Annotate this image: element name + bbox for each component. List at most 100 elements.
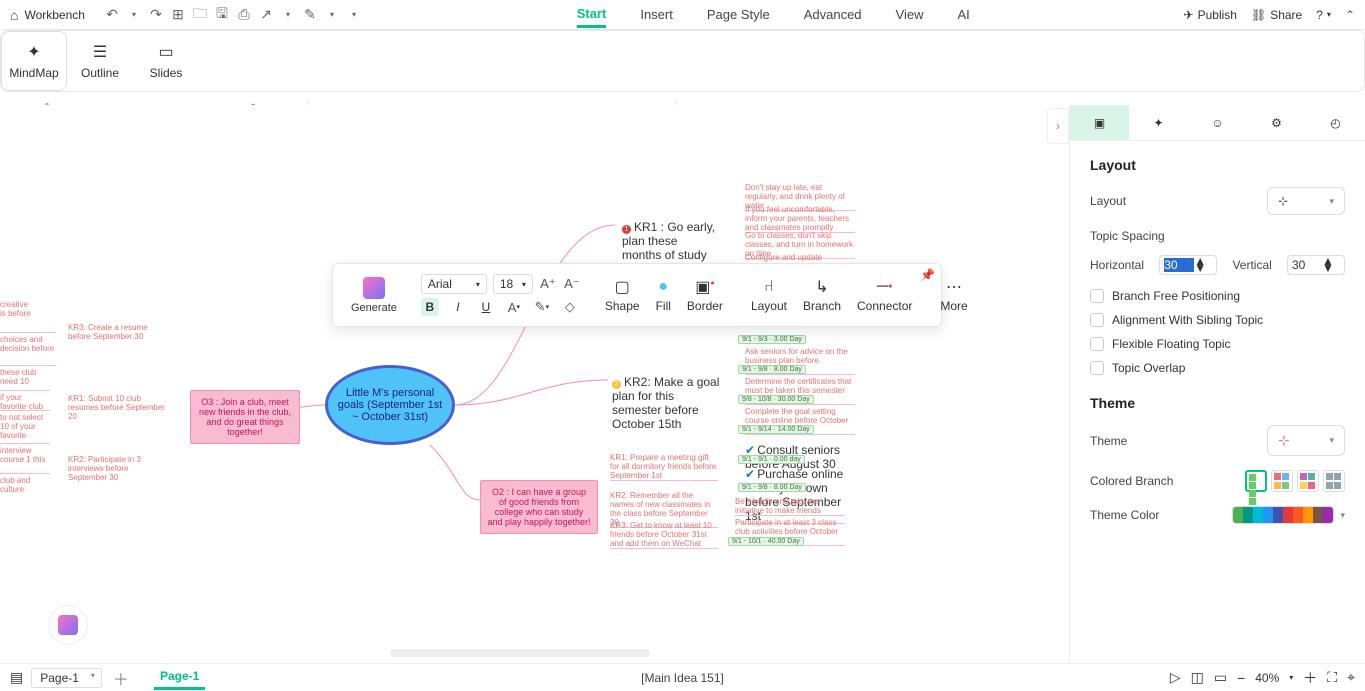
theme-heading: Theme — [1090, 395, 1345, 411]
tab-advanced[interactable]: Advanced — [804, 3, 862, 26]
generate-button[interactable]: Generate — [343, 277, 405, 314]
sidetab-ai[interactable]: ✦ — [1129, 105, 1188, 140]
undo-icon[interactable]: ↶ — [103, 6, 121, 24]
vertical-input[interactable] — [1292, 258, 1322, 272]
theme-select[interactable]: ⊹ ▾ — [1267, 425, 1345, 456]
font-color-icon[interactable]: A▾ — [505, 298, 523, 316]
cb-swatch-4[interactable] — [1323, 470, 1345, 492]
tab-insert[interactable]: Insert — [640, 3, 673, 26]
checkbox-icon[interactable] — [1090, 313, 1104, 327]
edit-icon[interactable]: ✎ — [301, 6, 319, 24]
locate-icon[interactable]: ⌖ — [1347, 669, 1355, 686]
check-flexible-floating[interactable]: Flexible Floating Topic — [1090, 337, 1345, 351]
clear-format-icon[interactable]: ◇ — [561, 298, 579, 316]
down-icon[interactable]: ▼ — [1194, 265, 1206, 272]
sidetab-emoji[interactable]: ☺ — [1188, 105, 1247, 140]
down-icon[interactable]: ▼ — [1322, 265, 1334, 272]
connector-button[interactable]: ─●Connector — [849, 278, 920, 313]
tab-start[interactable]: Start — [577, 2, 607, 28]
cb-swatch-1[interactable] — [1245, 470, 1267, 492]
pin-icon[interactable]: 📌 — [920, 268, 935, 282]
export-dropdown-icon[interactable]: ▾ — [279, 6, 297, 24]
central-topic[interactable]: Little M's personal goals (September 1st… — [325, 365, 455, 445]
fill-button[interactable]: ●Fill — [648, 278, 679, 313]
horizontal-scrollbar[interactable] — [390, 649, 650, 657]
panel-icon[interactable]: ◫ — [1191, 669, 1204, 686]
font-family-select[interactable]: Arial▾ — [421, 274, 487, 294]
layout-button[interactable]: ⑁Layout — [743, 278, 795, 313]
kr1-item-1[interactable]: If you feel uncomfortable, inform your p… — [745, 205, 855, 233]
kr-left-1[interactable]: KR1: Submit 10 club resumes before Septe… — [68, 394, 168, 421]
chevron-down-icon[interactable]: ▾ — [1340, 510, 1345, 521]
kr2-top[interactable]: 2KR2: Make a goal plan for this semester… — [612, 375, 720, 431]
kr-left-0[interactable]: KR3: Create a resume before September 30 — [68, 323, 168, 341]
publish-button[interactable]: ✈Publish — [1184, 8, 1237, 22]
check-branch-free[interactable]: Branch Free Positioning — [1090, 289, 1345, 303]
zoom-out-icon[interactable]: − — [1237, 670, 1245, 686]
save-icon[interactable]: 🖫 — [213, 6, 231, 24]
check-alignment[interactable]: Alignment With Sibling Topic — [1090, 313, 1345, 327]
kr-left-2[interactable]: KR2: Participate in 3 interviews before … — [68, 455, 168, 482]
sidetab-style[interactable]: ▣ — [1070, 105, 1129, 140]
undo-dropdown-icon[interactable]: ▾ — [125, 6, 143, 24]
export-icon[interactable]: ↗ — [257, 6, 275, 24]
highlight-icon[interactable]: ✎▾ — [533, 298, 551, 316]
underline-icon[interactable]: U — [477, 298, 495, 316]
ai-fab[interactable] — [48, 605, 88, 645]
tab-view[interactable]: View — [896, 3, 924, 26]
sidetab-history[interactable]: ◴ — [1306, 105, 1365, 140]
checkbox-icon[interactable] — [1090, 289, 1104, 303]
font-size-select[interactable]: 18▾ — [493, 274, 533, 294]
print-icon[interactable]: ⎙ — [235, 6, 253, 24]
bold-icon[interactable]: B — [421, 298, 439, 316]
fullpage-icon[interactable]: ▭ — [1214, 669, 1227, 686]
fit-icon[interactable]: ⛶ — [1327, 669, 1337, 686]
sidetab-settings[interactable]: ⚙ — [1247, 105, 1306, 140]
chevron-down-icon[interactable]: ▾ — [1289, 673, 1293, 682]
checkbox-icon[interactable] — [1090, 361, 1104, 375]
collapse-ribbon-icon[interactable]: ⌃ — [1345, 8, 1355, 22]
border-button[interactable]: ▣●Border — [679, 278, 731, 313]
node-o2[interactable]: O2 : I can have a group of good friends … — [480, 480, 598, 534]
theme-color-strip[interactable] — [1232, 506, 1334, 524]
font-increase-icon[interactable]: A⁺ — [539, 275, 557, 293]
present-icon[interactable]: ▷ — [1170, 669, 1181, 686]
italic-icon[interactable]: I — [449, 298, 467, 316]
zoom-in-icon[interactable]: ＋ — [1303, 668, 1317, 688]
new-icon[interactable]: ⊞ — [169, 6, 187, 24]
help-button[interactable]: ?▾ — [1316, 8, 1331, 22]
horizontal-input[interactable] — [1164, 258, 1194, 272]
share-button[interactable]: ⛓Share — [1251, 8, 1302, 22]
view-slides[interactable]: ▭Slides — [133, 31, 199, 91]
o2-kr-0[interactable]: KR1: Prepare a meeting gift for all dorm… — [610, 453, 718, 481]
open-icon[interactable]: 🗀 — [191, 6, 209, 24]
tab-ai[interactable]: AI — [958, 3, 970, 26]
page-tab[interactable]: Page-1 — [154, 665, 205, 690]
check-topic-overlap[interactable]: Topic Overlap — [1090, 361, 1345, 375]
tab-page-style[interactable]: Page Style — [707, 3, 770, 26]
cb-swatch-3[interactable] — [1297, 470, 1319, 492]
edit-dropdown-icon[interactable]: ▾ — [323, 6, 341, 24]
layout-select[interactable]: ⊹ ▾ — [1267, 187, 1345, 215]
checkbox-icon[interactable] — [1090, 337, 1104, 351]
shape-button[interactable]: ▢Shape — [597, 278, 648, 313]
zoom-value[interactable]: 40% — [1255, 671, 1279, 685]
view-mindmap[interactable]: ✦MindMap — [1, 31, 67, 91]
page-select[interactable]: Page-1 — [31, 668, 102, 688]
more-button[interactable]: ⋯More — [932, 278, 975, 313]
add-page-button[interactable]: ＋ — [110, 667, 132, 689]
o2-kr-2[interactable]: KR3: Get to know at least 10 friends bef… — [610, 521, 718, 549]
vertical-spinbox[interactable]: ▲▼ — [1287, 255, 1345, 275]
qat-more-icon[interactable]: ▾ — [345, 6, 363, 24]
cb-swatch-2[interactable] — [1271, 470, 1293, 492]
font-decrease-icon[interactable]: A⁻ — [563, 275, 581, 293]
pages-icon[interactable]: ▤ — [10, 669, 23, 686]
node-o3[interactable]: O3 : Join a club, meet new friends in th… — [190, 390, 300, 444]
o2-item-2[interactable]: Be friendly and take the initiative to m… — [735, 497, 845, 516]
view-outline[interactable]: ☰Outline — [67, 31, 133, 91]
horizontal-spinbox[interactable]: ▲▼ — [1159, 255, 1217, 275]
branch-button[interactable]: ↳Branch — [795, 278, 849, 313]
sidepanel-collapse-button[interactable]: › — [1047, 108, 1069, 144]
redo-icon[interactable]: ↷ — [147, 6, 165, 24]
home-button[interactable]: ⌂ Workbench — [10, 7, 85, 23]
